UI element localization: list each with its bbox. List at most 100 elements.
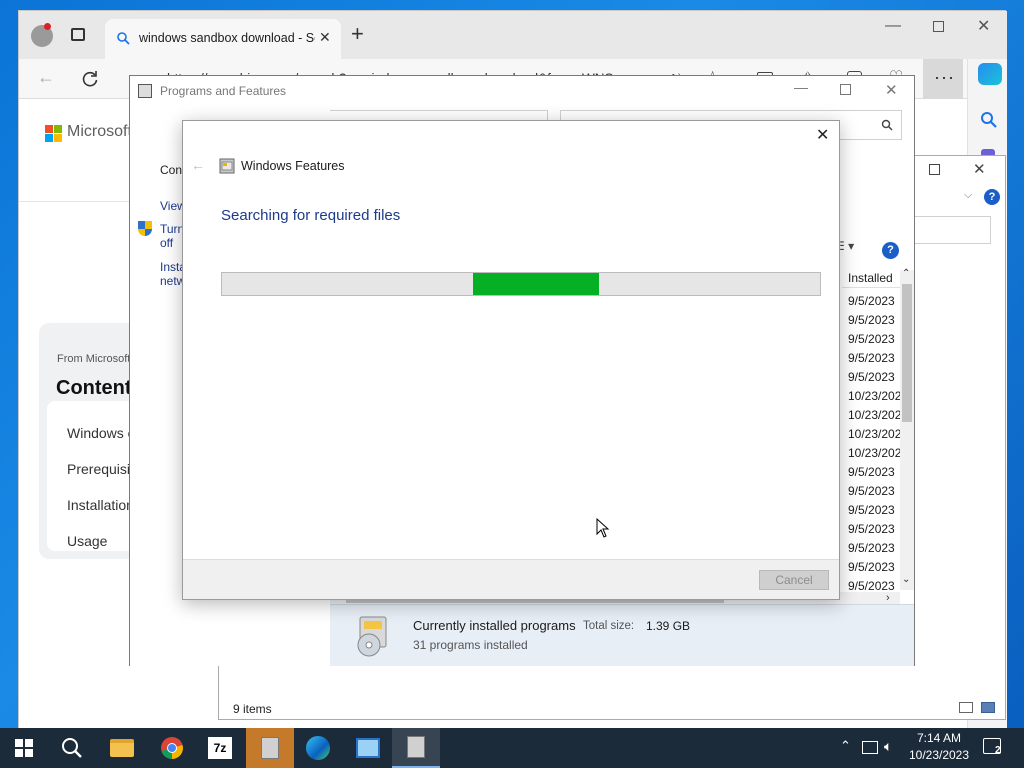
mouse-cursor-icon <box>596 518 610 538</box>
tab-title: windows sandbox download - Se <box>139 31 315 45</box>
details-view-icon[interactable] <box>959 702 973 713</box>
pf-title: Programs and Features <box>160 84 287 98</box>
volume-muted-icon[interactable]: 🔈︎ <box>884 738 892 755</box>
back-icon[interactable]: ← <box>37 67 55 88</box>
settings-more-button[interactable]: ··· <box>923 59 963 99</box>
notification-center-icon[interactable]: 2 <box>983 738 1001 756</box>
tab-strip: windows sandbox download - Se ✕ + — ✕ <box>19 11 1007 59</box>
windows-features-dialog: ✕ ← Windows Features Searching for requi… <box>182 120 840 600</box>
wf-footer: Cancel <box>183 559 839 599</box>
list-item-date[interactable]: 9/5/2023 <box>848 522 895 536</box>
cancel-button[interactable]: Cancel <box>759 570 829 590</box>
taskbar-search-button[interactable] <box>48 728 96 768</box>
taskbar-chrome[interactable] <box>148 728 196 768</box>
card-item-prerequisites[interactable]: Prerequisit <box>67 461 134 477</box>
wf-progress-bar <box>221 272 821 296</box>
tab-actions-icon[interactable] <box>71 28 85 41</box>
card-item-installation[interactable]: Installation <box>67 497 134 513</box>
taskbar-windows-features[interactable] <box>392 728 440 768</box>
microsoft-wordmark: Microsoft <box>67 123 132 140</box>
windows-features-icon <box>219 158 235 174</box>
maximize-icon[interactable] <box>933 21 944 32</box>
pf-help-icon[interactable]: ? <box>882 242 899 259</box>
pf-close-icon[interactable]: ✕ <box>885 81 898 99</box>
search-icon <box>62 738 82 758</box>
list-item-date[interactable]: 9/5/2023 <box>848 294 895 308</box>
taskbar-clock[interactable]: 7:14 AM 10/23/2023 <box>900 730 978 764</box>
installed-programs-icon <box>357 616 387 657</box>
refresh-icon[interactable] <box>81 70 99 88</box>
tab-close-icon[interactable]: ✕ <box>319 29 331 46</box>
start-button[interactable] <box>0 728 48 768</box>
list-item-date[interactable]: 10/23/202 <box>848 408 901 422</box>
large-icons-view-icon[interactable] <box>981 702 995 713</box>
list-item-date[interactable]: 9/5/2023 <box>848 313 895 327</box>
taskbar-edge[interactable] <box>294 728 342 768</box>
microsoft-squares-icon <box>45 125 62 142</box>
pf-scrollbar-thumb[interactable] <box>902 284 912 422</box>
pf-window-icon <box>138 84 152 98</box>
wf-title: Windows Features <box>241 159 345 173</box>
wf-progress-fill <box>473 273 599 295</box>
scroll-right-icon[interactable]: › <box>886 592 890 604</box>
tab-bing-search[interactable]: windows sandbox download - Se ✕ <box>105 19 341 59</box>
list-item-date[interactable]: 10/23/202 <box>848 427 901 441</box>
explorer-maximize-icon[interactable] <box>929 164 940 175</box>
notification-count: 2 <box>995 745 1001 756</box>
pf-status-title: Currently installed programs <box>413 618 576 633</box>
clock-date: 10/23/2023 <box>908 748 970 762</box>
pf-minimize-icon[interactable]: — <box>794 79 808 95</box>
programs-icon <box>261 737 279 759</box>
list-item-date[interactable]: 10/23/202 <box>848 389 901 403</box>
sidebar-search-icon[interactable] <box>980 111 998 129</box>
notification-dot-icon <box>44 23 51 30</box>
pf-vertical-scrollbar[interactable]: ⌃ ⌄ <box>900 268 914 590</box>
scroll-down-icon[interactable]: ⌄ <box>902 574 910 585</box>
new-tab-button[interactable]: + <box>351 21 364 47</box>
scroll-up-icon[interactable]: ⌃ <box>902 268 910 279</box>
explorer-help-icon[interactable]: ? <box>984 189 1000 205</box>
more-dots-icon: ··· <box>934 67 955 87</box>
list-item-date[interactable]: 9/5/2023 <box>848 370 895 384</box>
pf-programs-count: 31 programs installed <box>413 638 528 652</box>
list-item-date[interactable]: 9/5/2023 <box>848 465 895 479</box>
7zip-icon: 7z <box>208 737 232 759</box>
windows-features-icon <box>407 736 425 758</box>
list-item-date[interactable]: 9/5/2023 <box>848 351 895 365</box>
explorer-close-icon[interactable]: ✕ <box>973 160 986 178</box>
explorer-items-count: 9 items <box>233 702 272 716</box>
taskbar-control-panel[interactable] <box>344 728 392 768</box>
control-panel-icon <box>356 738 380 758</box>
list-item-date[interactable]: 9/5/2023 <box>848 541 895 555</box>
edge-icon <box>306 736 330 760</box>
card-source: From Microsoft <box>57 353 131 365</box>
list-item-date[interactable]: 9/5/2023 <box>848 579 895 593</box>
show-hidden-icons[interactable]: ⌃ <box>840 738 851 754</box>
wf-close-button[interactable]: ✕ <box>816 125 829 145</box>
profile-icon[interactable] <box>31 23 53 47</box>
list-item-date[interactable]: 9/5/2023 <box>848 484 895 498</box>
minimize-icon[interactable]: — <box>885 17 901 35</box>
pf-total-size-label: Total size: <box>583 620 635 632</box>
card-item-windows[interactable]: Windows e <box>67 425 135 441</box>
pf-total-size-value: 1.39 GB <box>646 619 691 633</box>
pf-turn-features-link[interactable]: Turn off <box>160 222 184 250</box>
explorer-dropdown-icon[interactable]: ⌵ <box>964 189 972 202</box>
page-divider <box>19 201 131 202</box>
card-item-usage[interactable]: Usage <box>67 533 107 549</box>
close-icon[interactable]: ✕ <box>977 16 990 36</box>
taskbar-file-explorer[interactable] <box>98 728 146 768</box>
pf-control-panel-home-link[interactable]: Con <box>160 163 182 177</box>
list-item-date[interactable]: 9/5/2023 <box>848 332 895 346</box>
pf-titlebar: Programs and Features — ✕ <box>130 76 914 106</box>
file-explorer-icon <box>110 739 134 757</box>
list-item-date[interactable]: 9/5/2023 <box>848 560 895 574</box>
list-item-date[interactable]: 9/5/2023 <box>848 503 895 517</box>
pf-maximize-icon[interactable] <box>840 84 851 95</box>
wf-back-icon[interactable]: ← <box>191 157 205 173</box>
taskbar-programs-features[interactable] <box>246 728 294 768</box>
copilot-icon[interactable] <box>978 63 1002 85</box>
list-item-date[interactable]: 10/23/202 <box>848 446 901 460</box>
network-icon[interactable] <box>862 741 878 754</box>
taskbar-7zip[interactable]: 7z <box>196 728 244 768</box>
